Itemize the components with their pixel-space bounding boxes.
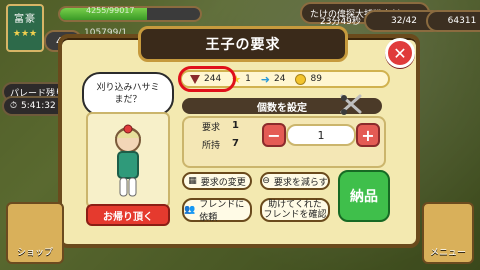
stat-c-value: 24 <box>274 74 286 84</box>
friend-icon: 👥 <box>184 205 196 215</box>
decrease-button[interactable]: − <box>262 123 286 147</box>
stat-d-value: 89 <box>310 74 322 84</box>
rank-badge: 富豪 ★★★ <box>6 4 44 52</box>
deliver-button[interactable]: 納品 <box>338 170 390 222</box>
increase-button[interactable]: + <box>356 123 380 147</box>
plus-icon: + <box>361 125 375 145</box>
modal-title-plate: 王子の要求 <box>138 26 348 62</box>
ask-friend-button[interactable]: 👥 フレンドに依頼 <box>182 198 252 223</box>
coin-icon <box>295 73 307 85</box>
reduce-icon: ⊖ <box>262 176 270 186</box>
prince-sprite <box>115 124 141 197</box>
change-request-button[interactable]: ▦ 要求の変更 <box>182 172 252 190</box>
rank-badge-text: 富豪 <box>14 14 36 25</box>
stat-d: 89 <box>295 73 322 85</box>
inventory-count: 32/42 <box>391 16 417 26</box>
confirm-helpers-button[interactable]: 助けてくれた フレンドを確認 <box>260 198 330 222</box>
request-value: 1 <box>232 120 239 131</box>
stat-c: ➜ 24 <box>261 74 286 85</box>
close-button[interactable]: ✕ <box>385 38 415 68</box>
stat-b-value: 1 <box>245 74 251 84</box>
highlight-circle <box>178 66 236 92</box>
close-icon: ✕ <box>393 43 407 63</box>
ask-friend-label: フレンドに依頼 <box>199 200 245 223</box>
owned-label: 所持 <box>202 141 221 151</box>
change-request-label: 要求の変更 <box>200 177 246 188</box>
scissors-icon <box>340 94 362 115</box>
confirm-helpers-label: 助けてくれた フレンドを確認 <box>263 200 327 220</box>
parade-timer-text: 5:41:32 <box>21 101 56 111</box>
reduce-request-label: 要求を減らす <box>273 177 328 188</box>
arrow-icon: ➜ <box>260 72 271 86</box>
rank-stars: ★★★ <box>12 29 38 39</box>
prince-portrait <box>86 112 170 208</box>
shop-button[interactable]: ショップ <box>6 202 64 264</box>
clock-icon: ⏱ <box>10 101 18 111</box>
coins-pill[interactable]: 64311 <box>426 10 480 32</box>
speech-text: 刈り込みハサミ まだ？ <box>96 83 160 105</box>
leave-button[interactable]: お帰り頂く <box>86 204 170 226</box>
reduce-request-button[interactable]: ⊖ 要求を減らす <box>260 172 330 190</box>
change-icon: ▦ <box>188 176 197 186</box>
modal-title: 王子の要求 <box>205 37 281 53</box>
quantity-field[interactable]: 1 <box>286 124 356 146</box>
minus-icon: − <box>267 125 281 145</box>
xp-text: 4255/99017 <box>86 6 135 15</box>
coins-count: 64311 <box>447 16 477 26</box>
request-label: 要求 <box>202 123 221 133</box>
speech-bubble: 刈り込みハサミ まだ？ <box>82 72 174 116</box>
menu-label: メニュー <box>429 248 466 258</box>
shop-label: ショップ <box>16 248 53 258</box>
owned-value: 7 <box>232 138 239 149</box>
menu-button[interactable]: メニュー <box>422 202 474 264</box>
